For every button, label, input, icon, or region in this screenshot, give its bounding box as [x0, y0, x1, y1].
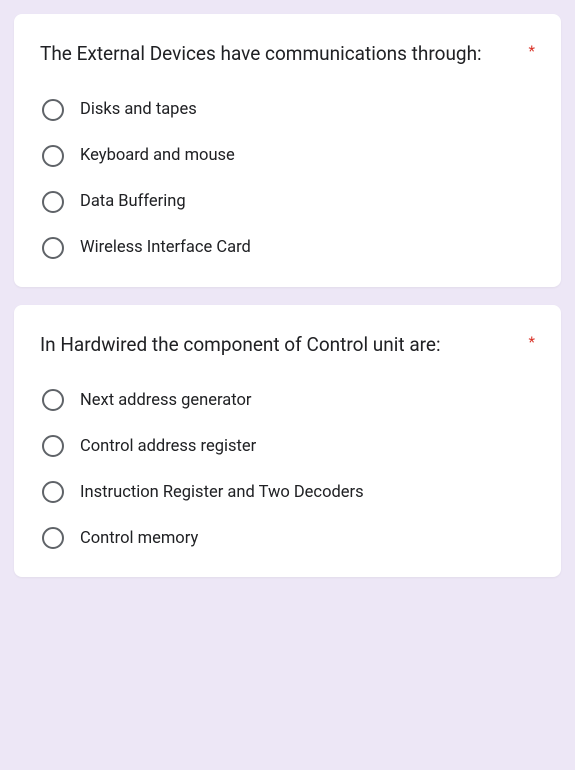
options-list: Disks and tapes Keyboard and mouse Data …: [40, 99, 535, 259]
option-label: Disks and tapes: [80, 100, 197, 119]
option-label: Instruction Register and Two Decoders: [80, 483, 364, 502]
option-label: Wireless Interface Card: [80, 238, 251, 257]
radio-option[interactable]: Keyboard and mouse: [42, 145, 535, 167]
radio-circle-icon: [42, 481, 64, 503]
radio-circle-icon: [42, 389, 64, 411]
radio-option[interactable]: Control address register: [42, 435, 535, 457]
radio-circle-icon: [42, 145, 64, 167]
radio-option[interactable]: Disks and tapes: [42, 99, 535, 121]
radio-option[interactable]: Control memory: [42, 527, 535, 549]
option-label: Keyboard and mouse: [80, 146, 235, 165]
required-indicator: *: [529, 44, 535, 59]
question-card: In Hardwired the component of Control un…: [14, 305, 561, 578]
option-label: Control address register: [80, 437, 256, 456]
question-title: In Hardwired the component of Control un…: [40, 331, 529, 360]
question-header: In Hardwired the component of Control un…: [40, 331, 535, 360]
options-list: Next address generator Control address r…: [40, 389, 535, 549]
radio-option[interactable]: Wireless Interface Card: [42, 237, 535, 259]
radio-option[interactable]: Data Buffering: [42, 191, 535, 213]
required-indicator: *: [529, 335, 535, 350]
question-card: The External Devices have communications…: [14, 14, 561, 287]
radio-circle-icon: [42, 527, 64, 549]
radio-circle-icon: [42, 435, 64, 457]
question-header: The External Devices have communications…: [40, 40, 535, 69]
question-title: The External Devices have communications…: [40, 40, 529, 69]
radio-option[interactable]: Next address generator: [42, 389, 535, 411]
radio-circle-icon: [42, 191, 64, 213]
radio-circle-icon: [42, 237, 64, 259]
radio-option[interactable]: Instruction Register and Two Decoders: [42, 481, 535, 503]
option-label: Data Buffering: [80, 192, 186, 211]
option-label: Control memory: [80, 529, 198, 548]
radio-circle-icon: [42, 99, 64, 121]
option-label: Next address generator: [80, 391, 251, 410]
